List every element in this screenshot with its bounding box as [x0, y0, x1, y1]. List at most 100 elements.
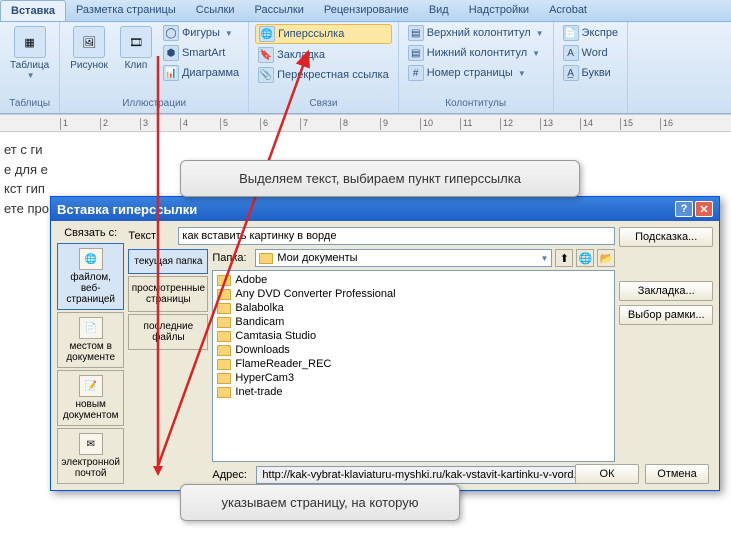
group-label: Колонтитулы: [405, 96, 547, 111]
clip-icon: 🎞: [120, 26, 152, 58]
file-web-icon: 🌐: [79, 248, 103, 270]
group-illustrations: 🖼 Рисунок 🎞 Клип ◯Фигуры▼ ⬢SmartArt 📊Диа…: [60, 22, 249, 113]
dropdown-arrow-icon: ▼: [540, 254, 548, 263]
link-to-panel: Связать с: 🌐файлом, веб-страницей 📄место…: [57, 227, 124, 484]
clip-button[interactable]: 🎞 Клип: [116, 24, 156, 73]
group-text: 📄Экспре AWord A̲Букви: [554, 22, 629, 113]
place-icon: 📄: [79, 317, 103, 339]
folder-icon: [217, 345, 231, 356]
folder-icon: [217, 331, 231, 342]
shapes-button[interactable]: ◯Фигуры▼: [160, 24, 242, 42]
email-icon: ✉: [79, 433, 103, 455]
folder-dropdown[interactable]: Мои документы▼: [255, 249, 552, 267]
browsed-pages-button[interactable]: просмотренные страницы: [128, 276, 208, 312]
bookmark-icon: 🔖: [258, 47, 274, 63]
footer-button[interactable]: ▤Нижний колонтитул▼: [405, 44, 547, 62]
globe-icon: 🌐: [259, 26, 275, 42]
hyperlink-button[interactable]: 🌐Гиперссылка: [255, 24, 392, 44]
smartart-button[interactable]: ⬢SmartArt: [160, 44, 242, 62]
list-item[interactable]: Bandicam: [215, 315, 612, 329]
up-folder-button[interactable]: ⬆: [555, 249, 573, 267]
chart-icon: 📊: [163, 65, 179, 81]
picture-button[interactable]: 🖼 Рисунок: [66, 24, 112, 73]
bookmark-button[interactable]: 🔖Закладка: [255, 46, 392, 64]
group-label: Связи: [255, 96, 392, 111]
list-item[interactable]: HyperCam3: [215, 371, 612, 385]
table-button[interactable]: ▦ Таблица ▼: [6, 24, 53, 82]
linkto-place[interactable]: 📄местом в документе: [57, 312, 124, 368]
tab-addins[interactable]: Надстройки: [459, 0, 539, 21]
help-button[interactable]: ?: [675, 201, 693, 217]
bookmark-dialog-button[interactable]: Закладка...: [619, 281, 713, 301]
address-label: Адрес:: [212, 469, 252, 481]
folder-icon: [217, 275, 231, 286]
ribbon-tabs: Вставка Разметка страницы Ссылки Рассылк…: [0, 0, 731, 22]
current-folder-button[interactable]: текущая папка: [128, 249, 208, 274]
crossref-button[interactable]: 📎Перекрестная ссылка: [255, 66, 392, 84]
wordart-button[interactable]: AWord: [560, 44, 622, 62]
table-icon: ▦: [14, 26, 46, 58]
group-tables: ▦ Таблица ▼ Таблицы: [0, 22, 60, 113]
callout-specify-page: указываем страницу, на которую: [180, 484, 460, 521]
shapes-icon: ◯: [163, 25, 179, 41]
cancel-button[interactable]: Отмена: [645, 464, 709, 484]
address-input[interactable]: http://kak-vybrat-klaviaturu-myshki.ru/k…: [256, 466, 615, 484]
group-label: Иллюстрации: [66, 96, 242, 111]
list-item[interactable]: Adobe: [215, 273, 612, 287]
tab-view[interactable]: Вид: [419, 0, 459, 21]
folder-icon: [217, 387, 231, 398]
ruler[interactable]: 12345678910111213141516: [0, 114, 731, 132]
header-button[interactable]: ▤Верхний колонтитул▼: [405, 24, 547, 42]
linkto-email[interactable]: ✉электронной почтой: [57, 428, 124, 484]
tab-layout[interactable]: Разметка страницы: [66, 0, 186, 21]
group-label: [560, 107, 622, 111]
dropdown-arrow-icon: ▼: [27, 71, 35, 80]
dropdown-arrow-icon: ▼: [518, 69, 526, 78]
list-item[interactable]: Any DVD Converter Professional: [215, 287, 612, 301]
footer-icon: ▤: [408, 45, 424, 61]
dropdown-arrow-icon: ▼: [532, 49, 540, 58]
folder-icon: [217, 317, 231, 328]
right-panel: Подсказка... Закладка... Выбор рамки...: [619, 227, 713, 484]
folder-icon: [217, 373, 231, 384]
list-item[interactable]: Downloads: [215, 343, 612, 357]
newdoc-icon: 📝: [79, 375, 103, 397]
tab-mailings[interactable]: Рассылки: [244, 0, 313, 21]
tooltip-button[interactable]: Подсказка...: [619, 227, 713, 247]
ok-button[interactable]: ОК: [575, 464, 639, 484]
dropdown-arrow-icon: ▼: [536, 29, 544, 38]
dropdown-arrow-icon: ▼: [225, 29, 233, 38]
linkto-file-web[interactable]: 🌐файлом, веб-страницей: [57, 243, 124, 310]
tab-review[interactable]: Рецензирование: [314, 0, 419, 21]
dropcap-button[interactable]: A̲Букви: [560, 64, 622, 82]
browse-web-button[interactable]: 🌐: [576, 249, 594, 267]
file-list[interactable]: Adobe Any DVD Converter Professional Bal…: [212, 270, 615, 462]
group-headerfooter: ▤Верхний колонтитул▼ ▤Нижний колонтитул▼…: [399, 22, 554, 113]
link-to-label: Связать с:: [57, 227, 124, 239]
display-text-input[interactable]: [178, 227, 615, 245]
center-panel: Текст: текущая папка просмотренные стран…: [128, 227, 615, 484]
close-button[interactable]: ✕: [695, 201, 713, 217]
list-item[interactable]: Inet-trade: [215, 385, 612, 399]
tab-acrobat[interactable]: Acrobat: [539, 0, 597, 21]
dialog-title-text: Вставка гиперссылки: [57, 202, 197, 217]
list-item[interactable]: Balabolka: [215, 301, 612, 315]
tab-insert[interactable]: Вставка: [0, 0, 66, 21]
pagenum-button[interactable]: #Номер страницы▼: [405, 64, 547, 82]
tab-references[interactable]: Ссылки: [186, 0, 245, 21]
target-frame-button[interactable]: Выбор рамки...: [619, 305, 713, 325]
linkto-newdoc[interactable]: 📝новым документом: [57, 370, 124, 426]
browse-file-button[interactable]: 📂: [597, 249, 615, 267]
chart-button[interactable]: 📊Диаграмма: [160, 64, 242, 82]
text-label: Текст:: [128, 230, 174, 242]
folder-icon: [259, 253, 273, 264]
express-button[interactable]: 📄Экспре: [560, 24, 622, 42]
lookin-column: текущая папка просмотренные страницы пос…: [128, 249, 208, 484]
list-item[interactable]: FlameReader_REC: [215, 357, 612, 371]
picture-icon: 🖼: [73, 26, 105, 58]
folder-icon: [217, 359, 231, 370]
group-label: Таблицы: [6, 96, 53, 111]
list-item[interactable]: Camtasia Studio: [215, 329, 612, 343]
recent-files-button[interactable]: последние файлы: [128, 314, 208, 350]
dialog-titlebar[interactable]: Вставка гиперссылки ? ✕: [51, 197, 719, 221]
